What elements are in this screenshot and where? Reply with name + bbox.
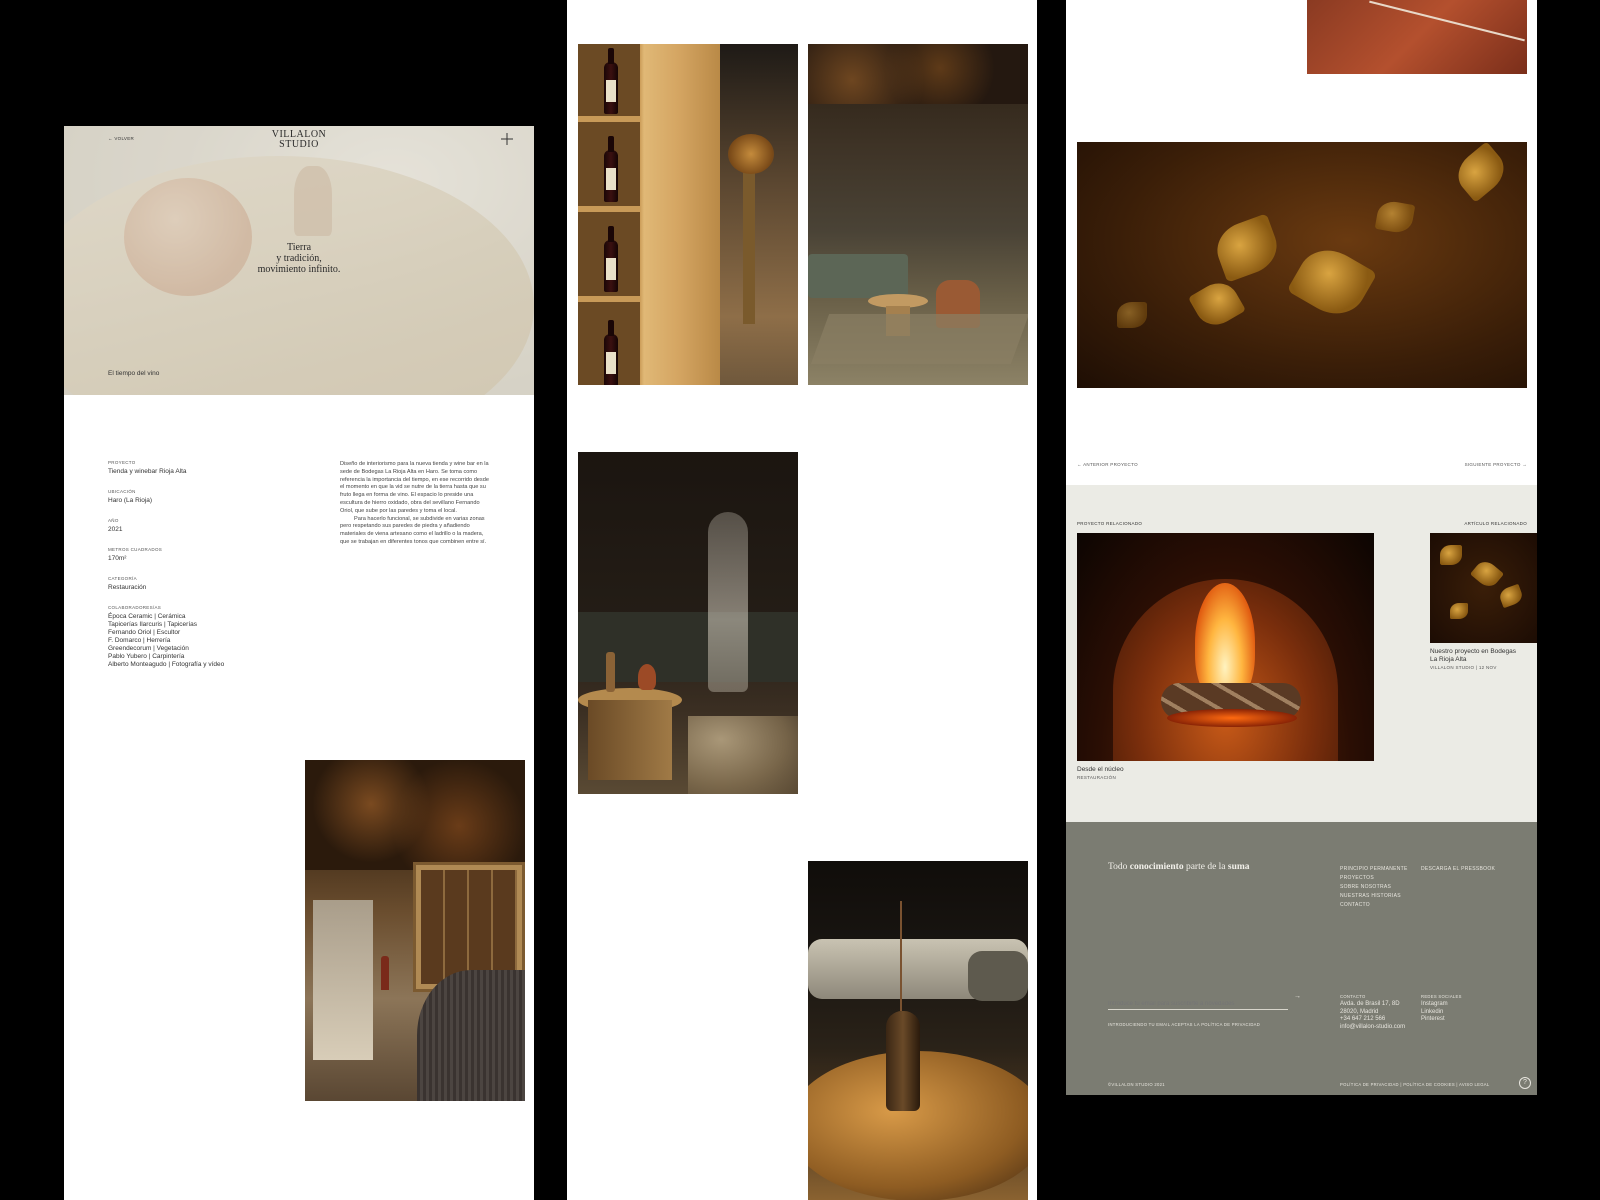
pressbook-link[interactable]: DESCARGA EL PRESSBOOK <box>1421 865 1495 874</box>
footer-link[interactable]: SOBRE NOSOTRAS <box>1340 883 1408 892</box>
social-link[interactable]: Instagram <box>1421 1001 1462 1009</box>
related-article-label: ARTÍCULO RELACIONADO <box>1464 521 1527 526</box>
hero-tagline: Tierra y tradición, movimiento infinito. <box>64 242 534 275</box>
contact-line: 28020, Madrid <box>1340 1008 1379 1015</box>
footer-headline: Todo conocimiento parte de la suma <box>1108 862 1250 872</box>
footer-link[interactable]: CONTACTO <box>1340 901 1408 910</box>
privacy-note[interactable]: INTRODUCIENDO TU EMAIL ACEPTAS LA POLÍTI… <box>1108 1020 1301 1029</box>
footer-contact: CONTACTO Avda. de Brasil 17, 8D 28020, M… <box>1340 992 1405 1031</box>
collaborator-item: F. Domarco | Herrería <box>108 637 171 644</box>
arrow-right-icon[interactable]: → <box>1294 993 1301 1000</box>
collaborators: COLABORADORES/AS Época Ceramic | Cerámic… <box>108 605 308 669</box>
related-article-meta: VILLALON STUDIO | 12 NOV <box>1430 665 1497 670</box>
tagline-rest: infinito. <box>305 264 341 275</box>
detail-value: 170m² <box>108 555 127 562</box>
detail-label: CATEGORÍA <box>108 576 137 581</box>
newsletter-form: → INTRODUCIENDO TU EMAIL ACEPTAS LA POLÍ… <box>1108 992 1301 1029</box>
footer-link[interactable]: NUESTRAS HISTORIAS <box>1340 892 1408 901</box>
project-description: Diseño de interiorismo para la nueva tie… <box>340 461 490 547</box>
detail-item: UBICACIÓN Haro (La Rioja) <box>108 489 308 518</box>
collaborator-item: Época Ceramic | Cerámica <box>108 613 186 620</box>
headline-bold2: suma <box>1227 862 1250 872</box>
logo[interactable]: VILLALON STUDIO <box>64 130 534 150</box>
prev-project-link[interactable]: ← ANTERIOR PROYECTO <box>1077 462 1138 467</box>
article-title-line1: Nuestro proyecto en Bodegas <box>1430 648 1516 655</box>
tagline-bold: movimiento <box>257 264 306 275</box>
newsletter-input[interactable] <box>1108 999 1288 1010</box>
headline-mid: parte de la <box>1183 862 1228 872</box>
tagline-line2: y tradición, <box>276 253 322 264</box>
panel-gallery <box>567 0 1037 1200</box>
social-label: REDES SOCIALES <box>1421 994 1462 999</box>
photo-walking-figure <box>578 452 798 794</box>
photo-leaves <box>1077 142 1527 388</box>
logo-line2: STUDIO <box>279 139 319 150</box>
detail-item: PROYECTO Tienda y winebar Rioja Alta <box>108 460 308 489</box>
contact-line[interactable]: info@villalon-studio.com <box>1340 1024 1405 1032</box>
next-project-link[interactable]: SIGUIENTE PROYECTO → <box>1465 462 1527 467</box>
related-article-image[interactable] <box>1430 533 1537 643</box>
panel-related-footer: ← ANTERIOR PROYECTO SIGUIENTE PROYECTO →… <box>1066 0 1537 1095</box>
contact-line[interactable]: +34 647 212 566 <box>1340 1016 1405 1024</box>
collaborator-item: Alberto Monteagudo | Fotografía y vídeo <box>108 661 225 668</box>
detail-label: PROYECTO <box>108 460 136 465</box>
collaborator-item: Fernando Oriol | Escultor <box>108 629 181 636</box>
detail-value: 2021 <box>108 526 123 533</box>
tagline-line1: Tierra <box>286 242 312 253</box>
project-details: PROYECTO Tienda y winebar Rioja Alta UBI… <box>108 460 308 669</box>
detail-item: AÑO 2021 <box>108 518 308 547</box>
detail-label: UBICACIÓN <box>108 489 136 494</box>
detail-label: AÑO <box>108 518 119 523</box>
detail-value: Tienda y winebar Rioja Alta <box>108 468 187 475</box>
photo-vase-table <box>808 861 1028 1200</box>
related-project-category: RESTAURACIÓN <box>1077 775 1117 780</box>
contact-label: CONTACTO <box>1340 994 1366 999</box>
footer-nav: PRINCIPIO PERMANENTE PROYECTOS SOBRE NOS… <box>1340 865 1408 910</box>
photo-winebar-counter <box>305 760 525 1101</box>
footer-link[interactable]: PROYECTOS <box>1340 874 1408 883</box>
photo-wine-shelf <box>578 44 798 385</box>
photo-lounge <box>808 44 1028 385</box>
related-section: PROYECTO RELACIONADO ARTÍCULO RELACIONAD… <box>1066 485 1537 822</box>
collaborator-item: Tapicerías Ilarcuris | Tapicerías <box>108 621 197 628</box>
related-project-image[interactable] <box>1077 533 1374 761</box>
related-article-title[interactable]: Nuestro proyecto en Bodegas La Rioja Alt… <box>1430 648 1516 663</box>
tagline-line3: movimiento infinito. <box>64 264 534 275</box>
headline-pre: Todo <box>1108 862 1130 872</box>
copyright: ©VILLALON STUDIO 2021 <box>1108 1082 1165 1087</box>
social-link[interactable]: Linkedin <box>1421 1009 1462 1017</box>
description-paragraph: Diseño de interiorismo para la nueva tie… <box>340 461 489 514</box>
article-title-line2: La Rioja Alta <box>1430 655 1467 663</box>
footer-social: REDES SOCIALES Instagram Linkedin Pinter… <box>1421 992 1462 1024</box>
detail-label: METROS CUADRADOS <box>108 547 163 552</box>
site-footer: Todo conocimiento parte de la suma PRINC… <box>1066 822 1537 1095</box>
social-link[interactable]: Pinterest <box>1421 1016 1462 1024</box>
contact-line: Avda. de Brasil 17, 8D <box>1340 1001 1400 1007</box>
related-project-label: PROYECTO RELACIONADO <box>1077 521 1143 526</box>
description-paragraph: Para hacerlo funcional, se subdivide en … <box>340 515 487 545</box>
legal-links[interactable]: POLÍTICA DE PRIVACIDAD | POLÍTICA DE COO… <box>1340 1080 1490 1089</box>
footer-link[interactable]: PRINCIPIO PERMANENTE <box>1340 865 1408 874</box>
hero-image: ← VOLVER VILLALON STUDIO Tierra y tradic… <box>64 126 534 395</box>
panel-project-detail: ← VOLVER VILLALON STUDIO Tierra y tradic… <box>64 126 534 1200</box>
detail-item: CATEGORÍA Restauración <box>108 576 308 605</box>
detail-value: Restauración <box>108 584 147 591</box>
plus-icon[interactable] <box>501 132 513 145</box>
hero-caption: El tiempo del vino <box>108 370 160 377</box>
collaborators-label: COLABORADORES/AS <box>108 605 162 610</box>
detail-item: METROS CUADRADOS 170m² <box>108 547 308 576</box>
collaborator-item: Pablo Yubero | Carpintería <box>108 653 185 660</box>
question-icon[interactable]: ? <box>1519 1077 1531 1089</box>
related-project-title[interactable]: Desde el núcleo <box>1077 766 1124 774</box>
detail-value: Haro (La Rioja) <box>108 497 153 504</box>
collaborator-item: Greendecorum | Vegetación <box>108 645 189 652</box>
headline-bold1: conocimiento <box>1129 862 1184 872</box>
photo-marble-detail <box>1307 0 1527 74</box>
